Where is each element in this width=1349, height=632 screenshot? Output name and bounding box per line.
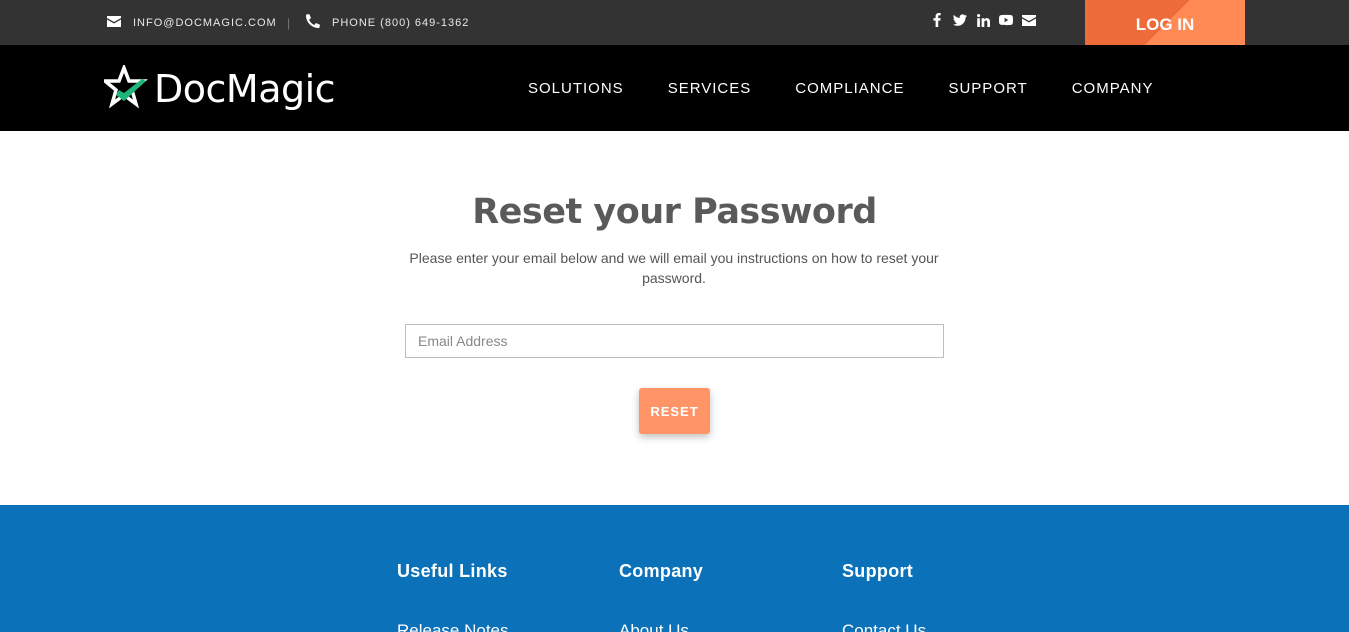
nav-item-company[interactable]: COMPANY <box>1072 80 1154 97</box>
footer-link-contact-us[interactable]: Contact Us <box>842 621 926 632</box>
phone-icon <box>306 14 332 31</box>
social-links <box>930 13 1036 27</box>
footer-link-release-notes[interactable]: Release Notes <box>397 621 509 632</box>
twitter-icon[interactable] <box>953 13 967 27</box>
email-field[interactable] <box>405 324 944 358</box>
youtube-icon[interactable] <box>999 13 1013 27</box>
contact-email-text: INFO@DOCMAGIC.COM <box>133 16 277 29</box>
envelope-icon[interactable] <box>1022 13 1036 27</box>
linkedin-icon[interactable] <box>976 13 990 27</box>
contact-phone-text: PHONE (800) 649-1362 <box>332 16 470 29</box>
facebook-icon[interactable] <box>930 13 944 27</box>
page-title: Reset your Password <box>472 192 877 232</box>
envelope-icon <box>107 15 133 30</box>
brand-logo[interactable]: DocMagic <box>100 62 336 114</box>
nav-item-solutions[interactable]: SOLUTIONS <box>528 80 624 97</box>
footer-heading-support: Support <box>842 561 914 581</box>
nav-item-support[interactable]: SUPPORT <box>948 80 1027 97</box>
login-button[interactable]: LOG IN <box>1085 0 1245 49</box>
nav-menu: SOLUTIONS SERVICES COMPLIANCE SUPPORT CO… <box>528 45 1197 131</box>
star-logo-icon <box>100 62 148 114</box>
contact-email[interactable]: INFO@DOCMAGIC.COM <box>107 0 277 45</box>
page-description: Please enter your email below and we wil… <box>409 250 939 286</box>
nav-item-compliance[interactable]: COMPLIANCE <box>795 80 904 97</box>
footer-heading-company: Company <box>619 561 704 581</box>
top-bar: INFO@DOCMAGIC.COM | PHONE (800) 649-1362… <box>0 0 1349 49</box>
nav-item-services[interactable]: SERVICES <box>668 80 752 97</box>
main-navigation: DocMagic SOLUTIONS SERVICES COMPLIANCE S… <box>0 45 1349 131</box>
footer: Useful Links Release Notes Company About… <box>0 505 1349 632</box>
contact-phone[interactable]: PHONE (800) 649-1362 <box>306 0 469 45</box>
footer-link-about-us[interactable]: About Us <box>619 621 689 632</box>
footer-heading-useful-links: Useful Links <box>397 561 508 581</box>
brand-name: DocMagic <box>154 67 336 111</box>
contact-separator: | <box>287 15 292 30</box>
reset-button[interactable]: RESET <box>639 388 710 434</box>
